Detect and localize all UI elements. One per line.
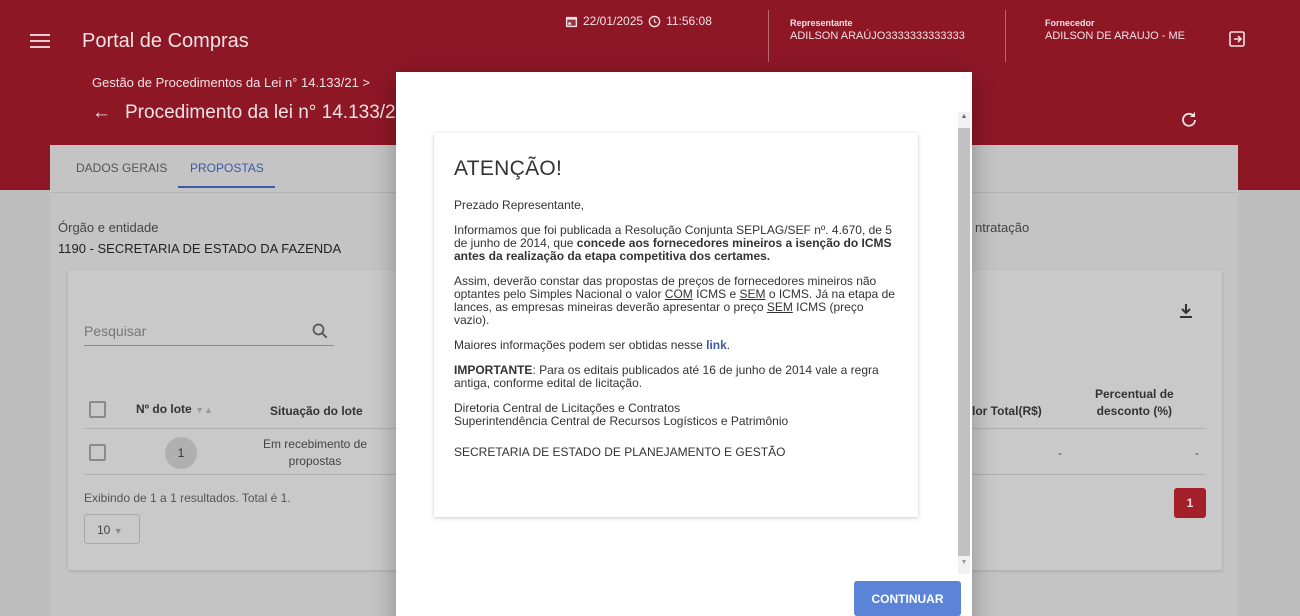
notice-signature: Diretoria Central de Licitações e Contra… [454, 401, 789, 428]
clock-icon [648, 15, 661, 27]
column-header-percentual: Percentual de desconto (%) [1095, 387, 1174, 418]
organization-label: Órgão e entidade [58, 220, 159, 235]
calendar-icon [565, 16, 578, 27]
active-tab-indicator [178, 186, 275, 188]
header-date: 22/01/2025 [583, 14, 644, 28]
lote-status: Em recebimento de propostas [262, 437, 368, 468]
organization-value: 1190 - SECRETARIA DE ESTADO DA FAZENDA [58, 241, 342, 256]
search-icon[interactable] [311, 322, 329, 340]
header-time: 11:56:08 [666, 14, 712, 28]
results-summary: Exibindo de 1 a 1 resultados. Total é 1. [84, 491, 291, 505]
chevron-down-icon: ▼ [113, 526, 123, 536]
notice-paragraph-1: Informamos que foi publicada a Resolução… [454, 223, 892, 263]
tab-dados-gerais[interactable]: DADOS GERAIS [76, 161, 167, 175]
continue-button[interactable]: CONTINUAR [854, 581, 961, 616]
page-title: ← Procedimento da lei n° 14.133/21 [92, 102, 406, 124]
notice-paragraph-2: Assim, deverão constar das propostas de … [454, 274, 895, 327]
logout-icon[interactable] [1228, 30, 1246, 48]
column-header-valor-total: lor Total(R$) [972, 404, 1042, 418]
app-title[interactable]: Portal de Compras [82, 30, 249, 53]
notice-card: ATENÇÃO! Prezado Representante, Informam… [434, 133, 918, 517]
representative-label: Representante [790, 18, 853, 28]
notice-title: ATENÇÃO! [454, 157, 563, 180]
notice-footer: SECRETARIA DE ESTADO DE PLANEJAMENTO E G… [454, 445, 786, 459]
percentual-cell: - [1195, 446, 1199, 460]
scroll-down-icon[interactable]: ▼ [958, 559, 970, 571]
search-input[interactable] [84, 316, 334, 346]
contract-label: ntratação [975, 220, 1030, 235]
pagination-page-button[interactable]: 1 [1174, 488, 1206, 518]
page-title-text: Procedimento da lei n° 14.133/21 [125, 102, 407, 123]
supplier-value: ADILSON DE ARAUJO - ME [1045, 30, 1185, 42]
sort-icon[interactable]: ▼▲ [195, 405, 213, 415]
refresh-icon[interactable] [1180, 110, 1198, 128]
column-header-lote[interactable]: Nº do lote ▼▲ [136, 402, 213, 416]
select-all-checkbox[interactable] [89, 401, 106, 418]
supplier-label: Fornecedor [1045, 18, 1095, 28]
lote-number-badge: 1 [165, 437, 197, 469]
row-checkbox[interactable] [89, 444, 106, 461]
header-datetime: 22/01/2025 11:56:08 [565, 14, 712, 28]
header-divider [768, 10, 769, 62]
modal-scrollbar-thumb[interactable] [958, 128, 970, 556]
column-header-situacao: Situação do lote [270, 404, 363, 418]
representative-info: Representante ADILSON ARAÚJO333333333333… [790, 18, 965, 42]
download-icon[interactable] [1178, 302, 1194, 320]
notice-greeting: Prezado Representante, [454, 198, 585, 212]
representative-value: ADILSON ARAÚJO3333333333333 [790, 30, 965, 42]
valor-total-cell: - [1058, 446, 1062, 460]
tab-propostas[interactable]: PROPOSTAS [190, 161, 264, 175]
breadcrumb[interactable]: Gestão de Procedimentos da Lei n° 14.133… [92, 75, 370, 90]
header-divider [1005, 10, 1006, 62]
info-link[interactable]: link [706, 338, 727, 352]
notice-important: IMPORTANTE: Para os editais publicados a… [454, 363, 879, 390]
menu-icon[interactable] [30, 30, 50, 50]
notice-paragraph-3: Maiores informações podem ser obtidas ne… [454, 338, 731, 352]
back-arrow-icon[interactable]: ← [92, 102, 111, 124]
scroll-up-icon[interactable]: ▲ [958, 113, 970, 125]
page-size-select[interactable]: 10 ▼ [84, 514, 140, 544]
supplier-info: Fornecedor ADILSON DE ARAUJO - ME [1045, 18, 1185, 42]
